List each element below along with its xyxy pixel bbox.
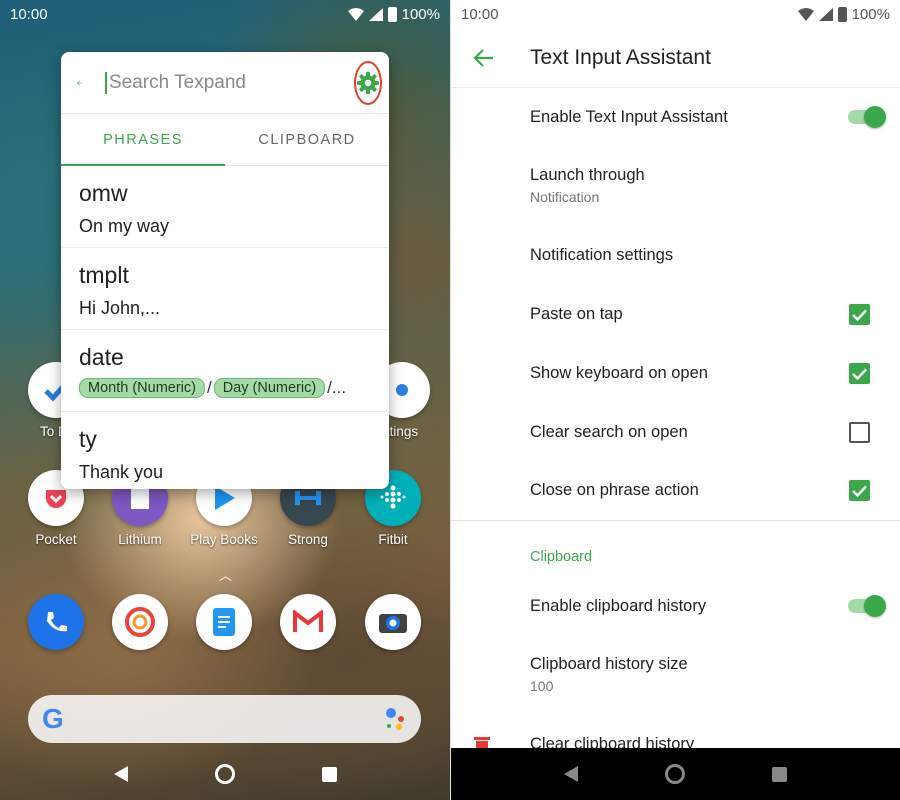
phrase-item[interactable]: date Month (Numeric) / Day (Numeric) /..… <box>61 330 389 412</box>
cellular-icon <box>818 7 833 21</box>
home-screen: 10:00 100% To D ttings Pocket Lithium Pl… <box>0 0 450 800</box>
phrase-text: Thank you <box>79 462 164 482</box>
battery-percent: 100% <box>851 5 890 23</box>
back-arrow-icon[interactable] <box>77 72 83 94</box>
app-label: Fitbit <box>378 532 408 547</box>
cellular-icon <box>368 7 383 21</box>
recents-icon[interactable] <box>771 766 787 782</box>
app-camera[interactable] <box>353 594 433 650</box>
check-icon <box>852 485 867 497</box>
pref-close-on-action[interactable]: Close on phrase action <box>530 480 882 501</box>
enable-assistant-toggle[interactable] <box>846 106 886 128</box>
app-bar: Text Input Assistant <box>451 28 900 88</box>
back-icon[interactable] <box>113 766 128 782</box>
home-icon[interactable] <box>214 764 235 784</box>
wifi-icon <box>797 7 814 21</box>
nav-bar <box>0 748 450 800</box>
gear-icon[interactable] <box>356 71 380 95</box>
settings-highlight[interactable] <box>354 60 382 105</box>
phrase-item[interactable]: omw On my way <box>61 166 389 248</box>
page-title: Text Input Assistant <box>530 45 711 69</box>
check-icon <box>852 309 867 321</box>
search-row <box>61 52 389 114</box>
search-input[interactable] <box>105 71 354 94</box>
phone-icon <box>28 594 84 650</box>
back-arrow-icon[interactable] <box>473 47 495 69</box>
phrase-shortcut: tmplt <box>79 262 129 288</box>
section-divider <box>451 520 900 521</box>
phrase-shortcut: ty <box>79 426 97 452</box>
app-docs[interactable] <box>184 594 264 650</box>
gmail-icon <box>280 594 336 650</box>
variable-chip: Month (Numeric) <box>79 378 205 398</box>
docs-icon <box>196 594 252 650</box>
phrase-text: Hi John,... <box>79 298 161 318</box>
tab-clipboard[interactable]: CLIPBOARD <box>225 114 389 165</box>
wifi-icon <box>347 7 364 21</box>
camera-icon <box>365 594 421 650</box>
phrase-shortcut: date <box>79 344 124 370</box>
battery-percent: 100% <box>401 5 440 23</box>
status-bar: 10:00 100% <box>0 0 450 28</box>
pref-clear-search[interactable]: Clear search on open <box>530 422 882 443</box>
pref-paste-on-tap[interactable]: Paste on tap <box>530 304 882 325</box>
phrase-trail: /... <box>327 378 347 397</box>
home-icon[interactable] <box>664 764 685 784</box>
google-logo-icon: G <box>42 703 64 734</box>
app-label: Pocket <box>35 532 77 547</box>
pref-clipboard-history-size[interactable]: Clipboard history size 100 <box>530 655 882 694</box>
assistant-icon[interactable] <box>383 706 407 732</box>
battery-icon <box>387 6 397 22</box>
paste-on-tap-checkbox[interactable] <box>849 304 870 325</box>
recents-icon[interactable] <box>321 766 337 782</box>
phrase-text: Month (Numeric) / Day (Numeric) /... <box>79 378 371 398</box>
status-bar: 10:00 100% <box>451 0 900 28</box>
show-keyboard-checkbox[interactable] <box>849 363 870 384</box>
status-time: 10:00 <box>461 5 499 23</box>
pref-enable-assistant[interactable]: Enable Text Input Assistant <box>530 106 886 128</box>
pref-notification-settings[interactable]: Notification settings <box>530 246 882 265</box>
tab-bar: PHRASES CLIPBOARD <box>61 114 389 166</box>
pref-show-keyboard[interactable]: Show keyboard on open <box>530 363 882 384</box>
pref-summary: 100 <box>530 678 554 694</box>
pref-summary: Notification <box>530 189 600 205</box>
app-label: Lithium <box>118 532 162 547</box>
firefox-icon <box>112 594 168 650</box>
variable-chip: Day (Numeric) <box>213 378 326 398</box>
phrase-item[interactable]: ty Thank you <box>61 412 389 489</box>
battery-icon <box>837 6 847 22</box>
check-icon <box>852 368 867 380</box>
status-time: 10:00 <box>10 5 48 23</box>
app-firefox-focus[interactable] <box>100 594 180 650</box>
tab-phrases[interactable]: PHRASES <box>61 114 225 166</box>
google-search-bar[interactable]: G <box>28 695 421 743</box>
back-icon[interactable] <box>564 766 579 782</box>
clipboard-history-toggle[interactable] <box>846 595 886 617</box>
close-on-action-checkbox[interactable] <box>849 480 870 501</box>
phrase-shortcut: omw <box>79 180 128 206</box>
chevron-up-icon[interactable]: ︿ <box>219 565 232 584</box>
clear-search-checkbox[interactable] <box>849 422 870 443</box>
pref-launch-through[interactable]: Launch through Notification <box>530 166 882 205</box>
app-label: Strong <box>288 532 328 547</box>
settings-screen: 10:00 100% Text Input Assistant Enable T… <box>450 0 900 800</box>
app-phone[interactable] <box>16 594 96 650</box>
section-header-clipboard: Clipboard <box>530 549 593 565</box>
app-gmail[interactable] <box>268 594 348 650</box>
phrase-text: On my way <box>79 216 170 236</box>
pref-enable-clipboard-history[interactable]: Enable clipboard history <box>530 595 886 617</box>
phrase-item[interactable]: tmplt Hi John,... <box>61 248 389 330</box>
texpand-popup: PHRASES CLIPBOARD omw On my way tmplt Hi… <box>61 52 389 489</box>
nav-bar <box>451 748 900 800</box>
app-label: Play Books <box>190 532 258 547</box>
